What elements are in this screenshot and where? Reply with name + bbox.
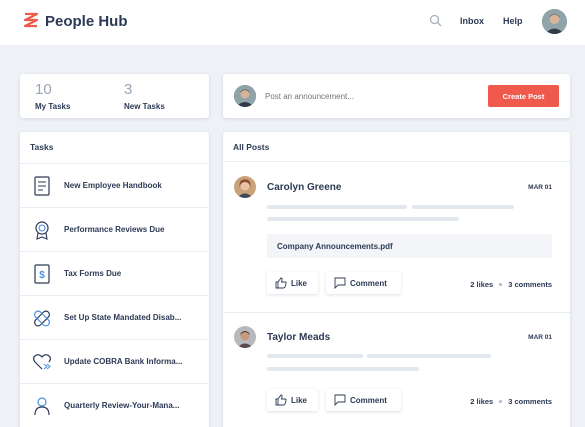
attachment-name: Company Announcements.pdf (277, 242, 393, 251)
content-placeholder (267, 354, 363, 358)
nav-help-link[interactable]: Help (503, 16, 523, 26)
comment-button[interactable]: Comment (326, 272, 401, 294)
separator-dot (499, 400, 503, 403)
comment-icon (334, 277, 346, 289)
posts-heading: All Posts (233, 142, 270, 152)
task-item[interactable]: $ Tax Forms Due (20, 251, 209, 295)
comments-count[interactable]: 3 comments (508, 280, 552, 289)
announcement-input[interactable] (265, 85, 465, 107)
post-date: MAR 01 (528, 184, 552, 191)
new-tasks-label[interactable]: New Tasks (124, 102, 165, 111)
document-list-icon (34, 176, 50, 196)
engagement-counts: 2 likes 3 comments (470, 397, 552, 406)
person-icon (34, 397, 50, 416)
content-placeholder (367, 354, 491, 358)
content-placeholder (267, 205, 407, 209)
top-bar: People Hub Inbox Help (0, 0, 585, 45)
my-tasks-label[interactable]: My Tasks (35, 102, 70, 111)
content-placeholder (267, 217, 459, 221)
post-card: Carolyn Greene MAR 01 Company Announceme… (223, 162, 570, 312)
comment-button[interactable]: Comment (326, 389, 401, 411)
comment-icon (334, 394, 346, 406)
task-label: Set Up State Mandated Disab... (64, 313, 182, 322)
task-label: New Employee Handbook (64, 181, 162, 190)
separator-dot (499, 283, 503, 286)
like-label: Like (291, 395, 308, 405)
announcement-composer: Create Post (223, 74, 570, 118)
attachment[interactable]: Company Announcements.pdf (267, 234, 552, 258)
app-title[interactable]: People Hub (45, 13, 128, 30)
people-hub-logo-icon[interactable] (24, 12, 38, 30)
comment-label: Comment (350, 395, 387, 405)
tasks-heading: Tasks (30, 142, 54, 152)
task-label: Quarterly Review-Your-Mana... (64, 401, 180, 410)
task-item[interactable]: Update COBRA Bank Informa... (20, 339, 209, 383)
task-item[interactable]: Quarterly Review-Your-Mana... (20, 383, 209, 427)
posts-panel: All Posts Carolyn Greene MAR 01 Company … (223, 132, 570, 427)
post-date: MAR 01 (528, 334, 552, 341)
svg-text:$: $ (39, 270, 45, 281)
post-card: Taylor Meads MAR 01 Like Comment 2 likes… (223, 312, 570, 427)
composer-avatar (234, 85, 256, 107)
create-post-button[interactable]: Create Post (488, 85, 559, 107)
task-item[interactable]: Set Up State Mandated Disab... (20, 295, 209, 339)
search-icon[interactable] (429, 14, 442, 27)
task-item[interactable]: Performance Reviews Due (20, 207, 209, 251)
new-tasks-count[interactable]: 3 (124, 81, 132, 98)
stats-card: 10 My Tasks 3 New Tasks (20, 74, 209, 118)
tasks-panel: Tasks New Employee Handbook Performance … (20, 132, 209, 427)
author-avatar[interactable] (234, 326, 256, 348)
comment-label: Comment (350, 278, 387, 288)
like-label: Like (291, 278, 308, 288)
bandage-icon (34, 310, 50, 327)
task-label: Performance Reviews Due (64, 225, 165, 234)
comments-count[interactable]: 3 comments (508, 397, 552, 406)
author-name[interactable]: Taylor Meads (267, 332, 330, 343)
engagement-counts: 2 likes 3 comments (470, 280, 552, 289)
my-tasks-count[interactable]: 10 (35, 81, 52, 98)
task-label: Update COBRA Bank Informa... (64, 357, 183, 366)
likes-count[interactable]: 2 likes (470, 280, 493, 289)
likes-count[interactable]: 2 likes (470, 397, 493, 406)
heart-transfer-icon (33, 354, 51, 370)
like-button[interactable]: Like (267, 272, 318, 294)
author-name[interactable]: Carolyn Greene (267, 182, 341, 193)
content-placeholder (412, 205, 514, 209)
nav-inbox-link[interactable]: Inbox (460, 16, 484, 26)
author-avatar[interactable] (234, 176, 256, 198)
like-button[interactable]: Like (267, 389, 318, 411)
award-badge-icon (35, 221, 49, 240)
content-placeholder (267, 367, 419, 371)
thumbs-up-icon (275, 394, 287, 406)
task-item[interactable]: New Employee Handbook (20, 163, 209, 207)
thumbs-up-icon (275, 277, 287, 289)
user-avatar[interactable] (542, 9, 567, 34)
task-label: Tax Forms Due (64, 269, 122, 278)
dollar-document-icon: $ (34, 264, 50, 284)
